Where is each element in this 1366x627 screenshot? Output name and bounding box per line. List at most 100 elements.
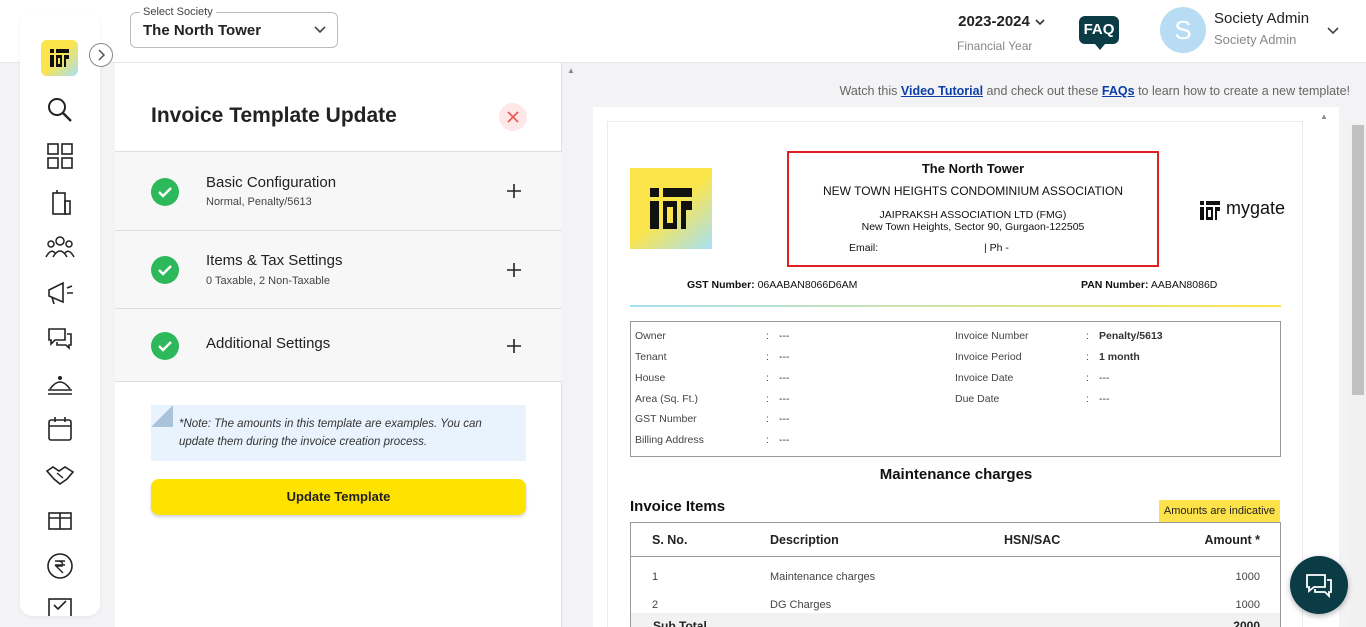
chat-support-button[interactable]	[1290, 556, 1348, 614]
chevron-down-icon	[314, 26, 326, 34]
detail-label: GST Number	[635, 413, 697, 425]
detail-label: Area (Sq. Ft.)	[635, 393, 699, 405]
subtotal-row: Sub Total 2000	[631, 613, 1280, 627]
email-label: Email:	[849, 242, 879, 254]
user-role: Society Admin	[1214, 32, 1297, 47]
sidebar	[20, 13, 100, 616]
residents-icon[interactable]	[45, 232, 75, 262]
scroll-up-arrow-icon[interactable]: ▲	[1320, 112, 1328, 121]
tutorial-text: and check out these	[986, 84, 1099, 98]
detail-value: ---	[779, 413, 790, 425]
detail-colon: :	[766, 372, 769, 384]
table-cell-description: DG Charges	[770, 599, 832, 611]
chat-icon[interactable]	[45, 323, 75, 353]
subtotal-label: Sub Total	[653, 619, 707, 627]
section-items-tax-settings[interactable]: Items & Tax Settings 0 Taxable, 2 Non-Ta…	[115, 230, 562, 308]
society-select[interactable]: Select Society The North Tower	[130, 6, 338, 48]
chat-icon	[1306, 574, 1332, 599]
plus-icon[interactable]	[506, 338, 522, 354]
detail-value: ---	[779, 330, 790, 342]
page-title: Invoice Template Update	[151, 104, 397, 127]
association-name: NEW TOWN HEIGHTS CONDOMINIUM ASSOCIATION	[822, 184, 1123, 198]
note-box: *Note: The amounts in this template are …	[151, 405, 526, 461]
faq-button[interactable]: FAQ	[1079, 16, 1119, 50]
society-address-box[interactable]: The North Tower NEW TOWN HEIGHTS CONDOMI…	[787, 151, 1159, 267]
table-cell-sno: 2	[652, 599, 659, 611]
close-icon	[507, 111, 519, 123]
phone-label: | Ph -	[984, 242, 1009, 254]
invoice-items-title: Invoice Items	[630, 498, 726, 515]
video-tutorial-link[interactable]: Video Tutorial	[901, 84, 983, 98]
update-template-button[interactable]: Update Template	[151, 479, 526, 515]
table-cell-amount: 1000	[1235, 571, 1260, 583]
scrollbar-thumb[interactable]	[1352, 125, 1364, 395]
logo-mark	[50, 49, 69, 67]
user-name: Society Admin	[1214, 10, 1310, 27]
close-button[interactable]	[499, 103, 527, 131]
detail-colon: :	[766, 393, 769, 405]
divider	[630, 305, 1281, 307]
table-cell-sno: 1	[652, 571, 659, 583]
announcement-icon[interactable]	[45, 278, 75, 308]
table-header-hsn: HSN/SAC	[1004, 533, 1061, 547]
plus-icon[interactable]	[506, 183, 522, 199]
detail-label: House	[635, 372, 666, 384]
tutorial-text: Watch this	[839, 84, 898, 98]
detail-colon: :	[1086, 351, 1089, 363]
society-name: The North Tower	[921, 161, 1025, 176]
check-circle-icon	[151, 332, 179, 360]
building-icon[interactable]	[45, 187, 75, 217]
detail-colon: :	[766, 330, 769, 342]
checklist-icon[interactable]	[45, 595, 75, 616]
detail-colon: :	[766, 351, 769, 363]
services-icon[interactable]	[45, 369, 75, 399]
detail-label: Tenant	[635, 351, 667, 363]
society-select-value: The North Tower	[143, 22, 262, 39]
sidebar-expand-button[interactable]	[89, 43, 113, 67]
rupee-icon[interactable]	[45, 551, 75, 581]
gst-value: 06AABAN8066D6AM	[757, 279, 858, 291]
section-title: Additional Settings	[206, 335, 331, 352]
table-header-description: Description	[770, 533, 839, 547]
table-cell-amount: 1000	[1235, 599, 1260, 611]
user-info[interactable]: Society Admin Society Admin	[1214, 10, 1309, 47]
calendar-icon[interactable]	[45, 414, 75, 444]
detail-value: ---	[1099, 372, 1110, 384]
handshake-icon[interactable]	[45, 459, 75, 489]
avatar[interactable]: S	[1160, 7, 1206, 53]
detail-label: Invoice Date	[955, 372, 1014, 384]
gst-label: GST Number:	[687, 279, 755, 291]
plus-icon[interactable]	[506, 262, 522, 278]
amounts-indicative-badge: Amounts are indicative	[1159, 500, 1280, 522]
detail-colon: :	[766, 434, 769, 446]
detail-value: ---	[779, 372, 790, 384]
invoice-preview-area: ▲ Watch this Video Tutorial and check ou…	[562, 63, 1366, 627]
note-text: *Note: The amounts in this template are …	[179, 418, 482, 448]
table-cell-description: Maintenance charges	[770, 571, 876, 583]
mygate-logo[interactable]	[41, 40, 78, 76]
table-divider	[631, 556, 1280, 557]
section-additional-settings[interactable]: Additional Settings	[115, 308, 562, 382]
invoice-sheet: The North Tower NEW TOWN HEIGHTS CONDOMI…	[607, 121, 1303, 627]
amenities-icon[interactable]	[45, 504, 75, 534]
top-bar: Select Society The North Tower 2023-2024…	[0, 0, 1366, 63]
chevron-down-icon[interactable]	[1326, 23, 1340, 37]
detail-value: ---	[779, 434, 790, 446]
scroll-up-arrow-icon[interactable]: ▲	[567, 66, 575, 75]
society-logo	[630, 168, 712, 249]
pan-number: PAN Number: AABAN8086D	[1081, 279, 1217, 291]
detail-label: Invoice Number	[955, 330, 1029, 342]
section-title: Basic Configuration	[206, 174, 337, 191]
detail-colon: :	[1086, 393, 1089, 405]
company-name: JAIPRAKSH ASSOCIATION LTD (FMG)	[879, 209, 1067, 221]
tutorial-line: Watch this Video Tutorial and check out …	[840, 84, 1351, 98]
search-icon[interactable]	[45, 95, 75, 125]
section-basic-configuration[interactable]: Basic Configuration Normal, Penalty/5613	[115, 151, 562, 230]
subtotal-value: 2000	[1233, 619, 1260, 627]
check-circle-icon	[151, 256, 179, 284]
section-subtitle: Normal, Penalty/5613	[206, 196, 312, 208]
financial-year-selector[interactable]: 2023-2024 Financial Year	[950, 13, 1054, 53]
faqs-link[interactable]: FAQs	[1102, 84, 1135, 98]
detail-colon: :	[1086, 372, 1089, 384]
dashboard-icon[interactable]	[45, 141, 75, 171]
